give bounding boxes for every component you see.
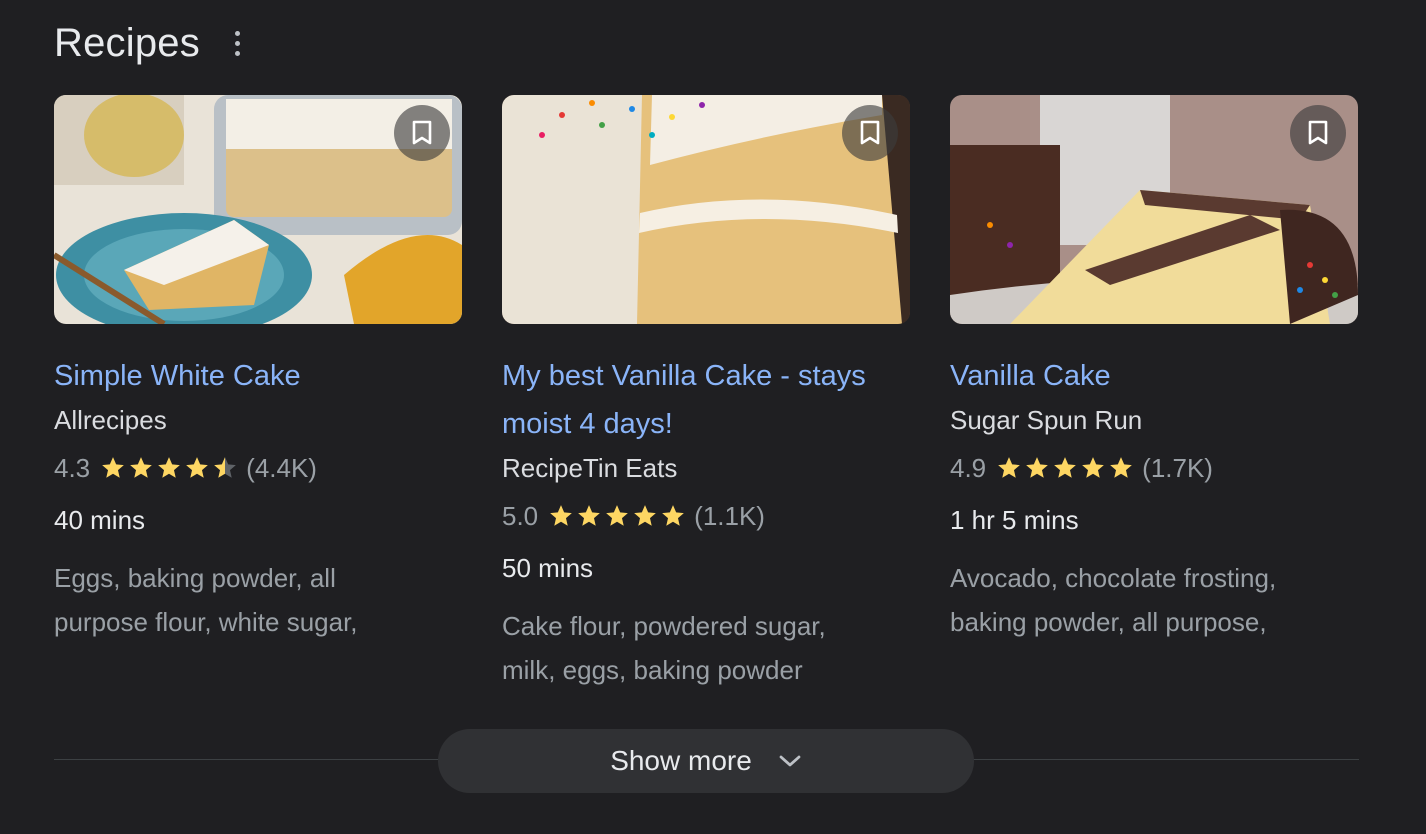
rating-value: 4.3	[54, 452, 91, 483]
show-more-label: Show more	[610, 745, 752, 776]
star-rating	[100, 455, 238, 481]
recipe-source: Sugar Spun Run	[950, 405, 1143, 435]
star-icon	[998, 457, 1020, 478]
star-icon	[606, 505, 628, 526]
star-icon	[1082, 457, 1104, 478]
star-icon	[578, 505, 600, 526]
review-count: (1.7K)	[1142, 452, 1213, 483]
star-icon	[130, 457, 152, 478]
star-icon	[214, 457, 236, 478]
recipe-card[interactable]: Vanilla Cake Sugar Spun Run 4.9 (1.7K) 1…	[950, 95, 1358, 692]
ingredients-text: Eggs, baking powder, all purpose flour, …	[54, 563, 358, 637]
star-icon	[158, 457, 180, 478]
cook-time: 50 mins	[502, 553, 594, 583]
bookmark-icon[interactable]	[394, 105, 450, 161]
ingredients-text: Avocado, chocolate frosting, baking powd…	[950, 563, 1277, 637]
review-count: (4.4K)	[246, 452, 317, 483]
review-count: (1.1K)	[694, 500, 765, 531]
recipe-title-link[interactable]: Vanilla Cake	[950, 352, 1358, 400]
rating-row: 4.3 (4.4K)	[54, 452, 462, 484]
star-icon	[550, 505, 572, 526]
star-icon	[662, 505, 684, 526]
recipes-panel: Recipes Simple White Cake Allrecipes 4.3…	[0, 0, 1426, 834]
more-options-icon[interactable]	[232, 28, 244, 58]
recipe-thumbnail[interactable]	[502, 95, 910, 324]
recipe-card[interactable]: Simple White Cake Allrecipes 4.3 (4.4K) …	[54, 95, 462, 692]
star-rating	[548, 503, 686, 529]
rating-value: 5.0	[502, 500, 539, 531]
section-title: Recipes	[54, 21, 200, 65]
rating-row: 5.0 (1.1K)	[502, 500, 910, 532]
chevron-down-icon	[778, 753, 802, 769]
bookmark-icon[interactable]	[1290, 105, 1346, 161]
star-icon	[1026, 457, 1048, 478]
star-rating	[996, 455, 1134, 481]
bookmark-icon[interactable]	[842, 105, 898, 161]
recipe-card[interactable]: My best Vanilla Cake - stays moist 4 day…	[502, 95, 910, 692]
recipe-title-link[interactable]: My best Vanilla Cake - stays moist 4 day…	[502, 352, 910, 448]
cook-time: 40 mins	[54, 505, 146, 535]
recipe-thumbnail[interactable]	[950, 95, 1358, 324]
recipe-cards: Simple White Cake Allrecipes 4.3 (4.4K) …	[54, 95, 1358, 692]
recipe-source: RecipeTin Eats	[502, 453, 678, 483]
section-header: Recipes	[54, 18, 244, 68]
star-icon	[1110, 457, 1132, 478]
star-icon	[102, 457, 124, 478]
star-icon	[634, 505, 656, 526]
star-icon	[1054, 457, 1076, 478]
recipe-title-link[interactable]: Simple White Cake	[54, 352, 462, 400]
show-more-button[interactable]: Show more	[438, 729, 974, 793]
recipe-source: Allrecipes	[54, 405, 167, 435]
recipe-thumbnail[interactable]	[54, 95, 462, 324]
cook-time: 1 hr 5 mins	[950, 505, 1079, 535]
rating-row: 4.9 (1.7K)	[950, 452, 1358, 484]
rating-value: 4.9	[950, 452, 987, 483]
ingredients-text: Cake flour, powdered sugar, milk, eggs, …	[502, 611, 826, 685]
star-icon	[186, 457, 208, 478]
